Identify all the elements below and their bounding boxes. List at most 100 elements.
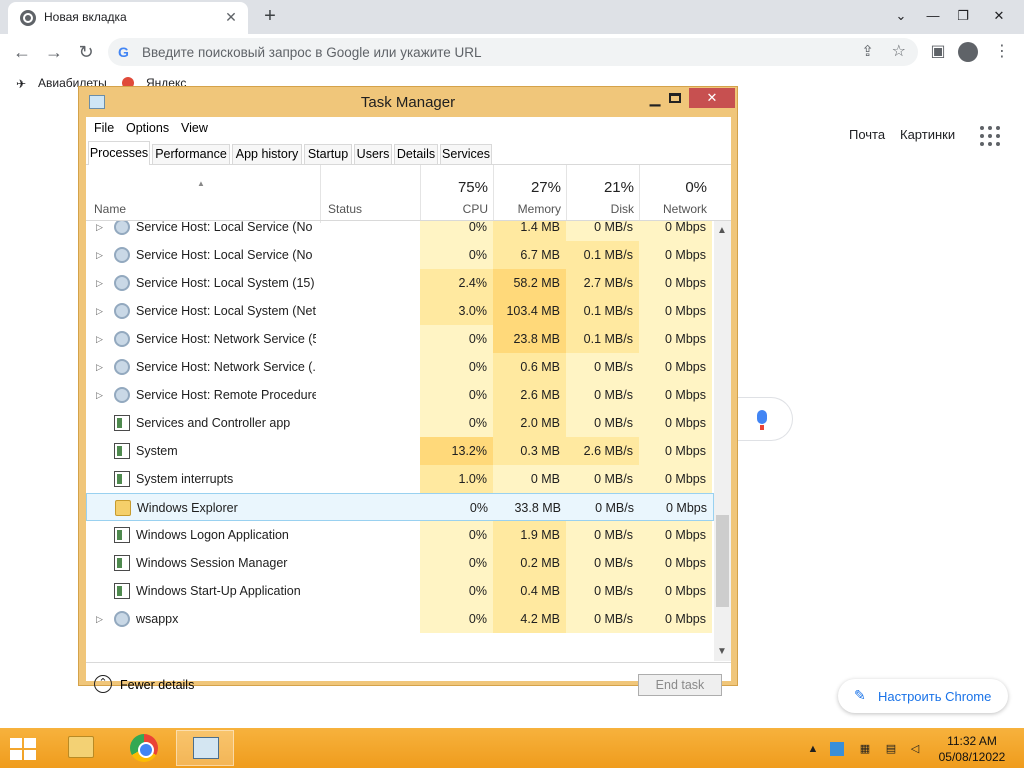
task-manager-titlebar[interactable]: Task Manager ▁ ✕ [79, 87, 737, 117]
process-mem: 58.2 MB [493, 269, 566, 297]
expand-arrow-icon[interactable]: ▷ [96, 241, 103, 269]
process-mem: 2.0 MB [493, 409, 566, 437]
expand-arrow-icon[interactable]: ▷ [96, 353, 103, 381]
process-disk: 2.7 MB/s [566, 269, 639, 297]
process-row[interactable]: ▷ Service Host: Network Service (5) 0% 23.8… [86, 325, 714, 353]
bookmark-star-icon[interactable]: ☆ [892, 41, 906, 61]
tab-app-history[interactable]: App history [232, 144, 302, 164]
maximize-icon[interactable] [669, 93, 681, 103]
column-header-disk[interactable]: Disk [566, 202, 634, 216]
network-status-icon[interactable]: ▦ [858, 742, 872, 756]
process-row[interactable]: Windows Start-Up Application 0% 0.4 MB 0 MB… [86, 577, 714, 605]
profile-avatar-icon[interactable] [958, 42, 978, 62]
close-window-icon[interactable]: ✕ [984, 4, 1014, 28]
process-row[interactable]: Windows Explorer 0% 33.8 MB 0 MB/s 0 Mbps [86, 493, 714, 521]
voice-search-area[interactable] [735, 397, 793, 441]
menu-view[interactable]: View [181, 121, 208, 135]
chevron-up-icon[interactable]: ⌃ [94, 675, 112, 693]
expand-arrow-icon[interactable]: ▷ [96, 325, 103, 353]
fewer-details-link[interactable]: Fewer details [120, 678, 194, 692]
column-header-network[interactable]: Network [639, 202, 707, 216]
taskbar-task-manager[interactable] [176, 730, 234, 766]
tab-services[interactable]: Services [440, 144, 492, 164]
process-cpu: 0% [420, 577, 493, 605]
process-row[interactable]: ▷ Service Host: Remote Procedure... 0% 2.6 … [86, 381, 714, 409]
clock-time[interactable]: 11:32 AM [932, 734, 1012, 748]
menu-bar: File Options View [86, 117, 731, 139]
omnibox[interactable]: G Введите поисковый запрос в Google или … [108, 38, 918, 66]
process-row[interactable]: System interrupts 1.0% 0 MB 0 MB/s 0 Mbps [86, 465, 714, 493]
action-center-flag-icon[interactable] [830, 742, 844, 756]
process-row[interactable]: ▷ Service Host: Network Service (... 0% 0.6… [86, 353, 714, 381]
browser-tab[interactable]: Новая вкладка ✕ [8, 2, 248, 34]
show-hidden-icons-icon[interactable]: ▲ [806, 742, 820, 756]
restore-icon[interactable]: ❐ [948, 4, 978, 28]
expand-arrow-icon[interactable]: ▷ [96, 381, 103, 409]
close-tab-icon[interactable]: ✕ [222, 8, 240, 26]
clock-date[interactable]: 05/08/12022 [932, 750, 1012, 764]
taskbar-chrome[interactable] [114, 730, 172, 766]
scroll-down-icon[interactable]: ▼ [717, 646, 727, 657]
minimize-icon[interactable]: ▁ [643, 91, 667, 109]
back-icon[interactable]: ← [10, 40, 34, 64]
process-row[interactable]: Windows Logon Application 0% 1.9 MB 0 MB/s 0… [86, 521, 714, 549]
expand-arrow-icon[interactable]: ▷ [96, 605, 103, 633]
images-link[interactable]: Картинки [900, 127, 955, 142]
process-net: 0 Mbps [639, 221, 712, 241]
forward-icon[interactable]: → [42, 40, 66, 64]
process-row[interactable]: ▷ Service Host: Local System (15) 2.4% 58.2… [86, 269, 714, 297]
process-disk: 0 MB/s [566, 221, 639, 241]
expand-arrow-icon[interactable]: ▷ [96, 269, 103, 297]
minimize-icon[interactable]: — [918, 4, 948, 28]
process-row[interactable]: Services and Controller app 0% 2.0 MB 0 MB/… [86, 409, 714, 437]
close-icon[interactable]: ✕ [689, 88, 735, 108]
process-mem: 0.6 MB [493, 353, 566, 381]
end-task-button[interactable]: End task [638, 674, 722, 696]
process-row[interactable]: Windows Session Manager 0% 0.2 MB 0 MB/s 0 M… [86, 549, 714, 577]
process-row[interactable]: ▷ wsappx 0% 4.2 MB 0 MB/s 0 Mbps [86, 605, 714, 633]
volume-muted-icon[interactable]: ◁ [908, 742, 922, 756]
taskbar-file-explorer[interactable] [52, 730, 110, 766]
display-icon[interactable]: ▤ [884, 742, 898, 756]
new-tab-button[interactable]: + [258, 5, 282, 29]
tab-details[interactable]: Details [394, 144, 438, 164]
tab-search-icon[interactable]: ⌄ [886, 4, 916, 28]
column-header-cpu[interactable]: CPU [420, 202, 488, 216]
scroll-up-icon[interactable]: ▲ [717, 225, 727, 236]
customize-chrome-button[interactable]: ✎ Настроить Chrome [838, 679, 1008, 713]
process-disk: 0 MB/s [566, 521, 639, 549]
tab-startup[interactable]: Startup [304, 144, 352, 164]
reload-icon[interactable]: ↻ [74, 40, 98, 64]
column-header-memory[interactable]: Memory [493, 202, 561, 216]
menu-file[interactable]: File [94, 121, 114, 135]
pencil-icon: ✎ [854, 687, 866, 703]
microphone-icon[interactable] [757, 410, 767, 430]
tab-processes[interactable]: Processes [88, 141, 150, 165]
process-row[interactable]: System 13.2% 0.3 MB 2.6 MB/s 0 Mbps [86, 437, 714, 465]
window-title: Task Manager [360, 94, 456, 111]
tab-performance[interactable]: Performance [152, 144, 230, 164]
process-row[interactable]: ▷ Service Host: Local Service (No I... 0% 1… [86, 221, 714, 241]
expand-arrow-icon[interactable]: ▷ [96, 297, 103, 325]
chrome-tabstrip: Новая вкладка ✕ + ⌄ — ❐ ✕ [0, 0, 1024, 34]
menu-kebab-icon[interactable]: ⋮ [990, 40, 1014, 64]
menu-options[interactable]: Options [126, 121, 169, 135]
process-cpu: 0% [420, 241, 493, 269]
share-icon[interactable]: ⇪ [861, 42, 874, 60]
scrollbar-thumb[interactable] [716, 515, 729, 607]
gmail-link[interactable]: Почта [849, 127, 885, 142]
vertical-scrollbar[interactable]: ▲ ▼ [714, 221, 731, 661]
apps-grid-icon[interactable] [980, 126, 1000, 146]
tab-users[interactable]: Users [354, 144, 392, 164]
windows-start-icon[interactable] [10, 738, 38, 760]
column-header-name[interactable]: Name [94, 202, 126, 216]
expand-arrow-icon[interactable]: ▷ [96, 221, 103, 241]
process-cpu: 0% [420, 549, 493, 577]
process-row[interactable]: ▷ Service Host: Local Service (No ... 0% 6.… [86, 241, 714, 269]
process-net: 0 Mbps [639, 437, 712, 465]
process-row[interactable]: ▷ Service Host: Local System (Net... 3.0% 1… [86, 297, 714, 325]
side-panel-icon[interactable]: ▣ [926, 40, 950, 64]
process-cpu: 0% [420, 325, 493, 353]
column-header-status[interactable]: Status [328, 202, 362, 216]
process-net: 0 Mbps [639, 325, 712, 353]
